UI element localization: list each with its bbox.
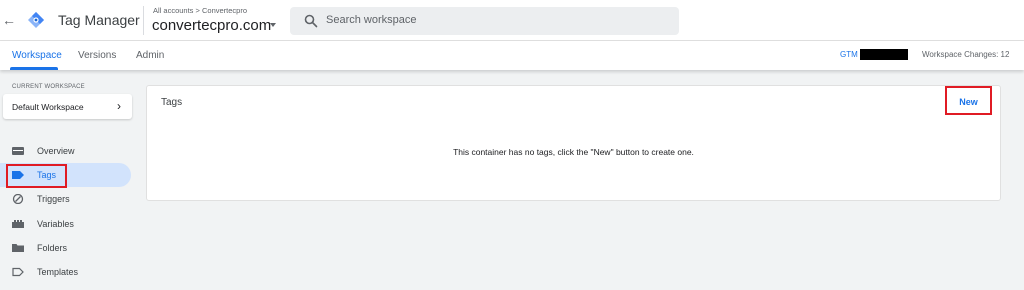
sidebar-item-overview[interactable]: Overview bbox=[0, 139, 131, 163]
folder-icon bbox=[12, 244, 24, 252]
sidebar-item-label: Overview bbox=[37, 146, 75, 156]
tab-versions[interactable]: Versions bbox=[78, 50, 116, 61]
redacted-container-id bbox=[860, 49, 908, 60]
active-tab-indicator bbox=[10, 67, 58, 70]
new-tag-button[interactable]: New bbox=[945, 86, 992, 115]
overview-icon bbox=[12, 147, 24, 155]
container-dropdown-icon[interactable] bbox=[270, 23, 276, 27]
trigger-icon bbox=[12, 194, 24, 204]
current-workspace-label: CURRENT WORKSPACE bbox=[12, 84, 85, 90]
tab-bar: Workspace Versions Admin GTM Workspace C… bbox=[0, 41, 1024, 70]
tab-admin[interactable]: Admin bbox=[136, 50, 164, 61]
breadcrumb[interactable]: All accounts > Convertecpro bbox=[153, 6, 247, 15]
container-name[interactable]: convertecpro.com bbox=[152, 17, 271, 34]
search-placeholder: Search workspace bbox=[326, 14, 417, 26]
workspace-selector[interactable]: Default Workspace › bbox=[3, 94, 132, 119]
tab-workspace[interactable]: Workspace bbox=[12, 50, 62, 61]
container-id[interactable]: GTM bbox=[840, 50, 858, 59]
tag-manager-logo-icon[interactable] bbox=[28, 12, 44, 28]
sidebar-item-templates[interactable]: Templates bbox=[0, 260, 131, 284]
search-icon bbox=[304, 14, 318, 28]
sidebar-item-variables[interactable]: Variables bbox=[0, 212, 131, 236]
workspace-name: Default Workspace bbox=[12, 102, 84, 112]
sidebar-item-folders[interactable]: Folders bbox=[0, 236, 131, 260]
new-button-label: New bbox=[959, 97, 978, 107]
sidebar-item-label: Triggers bbox=[37, 194, 70, 204]
chevron-right-icon: › bbox=[117, 99, 121, 113]
variables-icon bbox=[12, 220, 24, 228]
search-input[interactable]: Search workspace bbox=[290, 7, 679, 35]
sidebar-item-label: Variables bbox=[37, 219, 74, 229]
sidebar-item-label: Folders bbox=[37, 243, 68, 253]
tags-card: Tags New This container has no tags, cli… bbox=[146, 85, 1001, 201]
sidebar-item-triggers[interactable]: Triggers bbox=[0, 187, 131, 211]
empty-state-message: This container has no tags, click the "N… bbox=[453, 147, 694, 157]
card-title: Tags bbox=[161, 97, 183, 108]
top-app-bar: ← Tag Manager All accounts > Convertecpr… bbox=[0, 0, 1024, 41]
header-divider bbox=[143, 6, 144, 35]
template-icon bbox=[12, 267, 24, 277]
workspace-changes[interactable]: Workspace Changes: 12 bbox=[922, 50, 1009, 59]
sidebar-item-label: Templates bbox=[37, 267, 79, 277]
app-title: Tag Manager bbox=[58, 12, 140, 28]
back-arrow-icon[interactable]: ← bbox=[2, 11, 16, 29]
tags-highlight-box bbox=[6, 164, 67, 188]
